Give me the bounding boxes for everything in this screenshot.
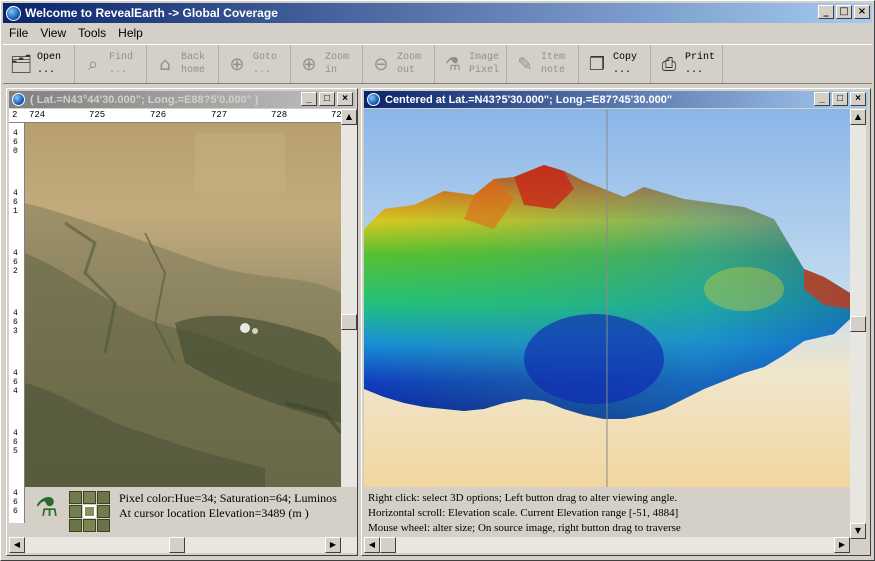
note-icon: ✎ bbox=[517, 53, 533, 75]
help-line: Horizontal scroll: Elevation scale. Curr… bbox=[368, 507, 679, 519]
close-button[interactable]: × bbox=[337, 92, 353, 106]
zoom-in-button[interactable]: ⊕ Zoom in bbox=[291, 45, 363, 83]
source-image-window: ( Lat.=N43°44'30.000"; Long.=E88?5'0.000… bbox=[6, 88, 358, 556]
scroll-right-button[interactable]: ▶ bbox=[834, 537, 850, 553]
color-swatch bbox=[83, 505, 96, 518]
source-image-title-bar: ( Lat.=N43°44'30.000"; Long.=E88?5'0.000… bbox=[9, 91, 355, 108]
horizontal-scrollbar[interactable]: ◀ ▶ bbox=[9, 537, 357, 553]
color-swatch bbox=[69, 519, 82, 532]
help-panel: Right click: select 3D options; Left but… bbox=[364, 489, 850, 537]
open-button[interactable]: 🗂 Open ... bbox=[3, 45, 75, 83]
scroll-down-button[interactable]: ▼ bbox=[850, 523, 866, 539]
menu-tools[interactable]: Tools bbox=[72, 24, 112, 42]
globe-icon bbox=[12, 93, 25, 106]
menu-bar: File View Tools Help bbox=[3, 24, 149, 42]
ruler-label: 4 6 5 bbox=[13, 429, 18, 456]
ruler-label: 4 6 2 bbox=[13, 249, 18, 276]
ruler-label: 724 bbox=[29, 110, 46, 120]
ruler-label: 727 bbox=[211, 110, 228, 120]
color-swatch bbox=[83, 491, 96, 504]
horizontal-scrollbar[interactable]: ◀ ▶ bbox=[364, 537, 850, 553]
help-line: Right click: select 3D options; Left but… bbox=[368, 492, 678, 504]
help-line: Mouse wheel: alter size; On source image… bbox=[368, 522, 681, 534]
ruler-label: 728 bbox=[271, 110, 288, 120]
ruler-label: 4 6 1 bbox=[13, 189, 18, 216]
scroll-thumb[interactable] bbox=[169, 537, 185, 553]
image-pixel-button[interactable]: ⚗ Image Pixel bbox=[435, 45, 507, 83]
scroll-thumb[interactable] bbox=[850, 316, 866, 332]
3d-terrain-view[interactable] bbox=[364, 109, 850, 487]
elevation-info: At cursor location Elevation=3489 (m ) bbox=[119, 506, 309, 520]
3d-view-window: Centered at Lat.=N43?5'30.000"; Long.=E8… bbox=[361, 88, 871, 556]
microscope-icon: ⚗ bbox=[35, 493, 59, 522]
3d-view-title-bar: Centered at Lat.=N43?5'30.000"; Long.=E8… bbox=[364, 91, 868, 108]
zoom-in-icon: ⊕ bbox=[301, 53, 317, 75]
scroll-left-button[interactable]: ◀ bbox=[9, 537, 25, 553]
vertical-scrollbar[interactable]: ▲ ▼ bbox=[850, 109, 866, 539]
printer-icon: ⎙ bbox=[661, 53, 677, 75]
pixel-info-panel: ⚗ Pixel color:Hue=34; Saturation=64; Lum… bbox=[25, 487, 357, 537]
source-image-title: ( Lat.=N43°44'30.000"; Long.=E88?5'0.000… bbox=[30, 93, 259, 106]
ruler-label: 4 6 3 bbox=[13, 309, 18, 336]
3d-view-title: Centered at Lat.=N43?5'30.000"; Long.=E8… bbox=[385, 93, 673, 106]
vertical-ruler: 4 6 0 4 6 1 4 6 2 4 6 3 4 6 4 4 6 5 4 6 … bbox=[9, 123, 25, 523]
maximize-button[interactable]: □ bbox=[832, 92, 848, 106]
minimize-button[interactable]: _ bbox=[301, 92, 317, 106]
maximize-button[interactable]: □ bbox=[319, 92, 335, 106]
color-swatch bbox=[97, 505, 110, 518]
color-swatch bbox=[83, 519, 96, 532]
maximize-button[interactable]: □ bbox=[836, 5, 852, 19]
scroll-thumb[interactable] bbox=[341, 314, 357, 330]
home-icon: ⌂ bbox=[159, 53, 171, 75]
print-button[interactable]: ⎙ Print ... bbox=[651, 45, 723, 83]
menu-view[interactable]: View bbox=[34, 24, 72, 42]
ruler-label: 4 6 4 bbox=[13, 369, 18, 396]
menu-help[interactable]: Help bbox=[112, 24, 149, 42]
copy-icon: ❐ bbox=[588, 53, 606, 75]
find-button[interactable]: ⌕ Find ... bbox=[75, 45, 147, 83]
pixel-color-info: Pixel color:Hue=34; Saturation=64; Lumin… bbox=[119, 491, 337, 505]
scroll-left-button[interactable]: ◀ bbox=[364, 537, 380, 553]
scroll-up-button[interactable]: ▲ bbox=[850, 109, 866, 125]
app-title: Welcome to RevealEarth -> Global Coverag… bbox=[25, 6, 278, 20]
color-swatch bbox=[69, 491, 82, 504]
minimize-button[interactable]: _ bbox=[814, 92, 830, 106]
close-button[interactable]: × bbox=[854, 5, 870, 19]
minimize-button[interactable]: _ bbox=[818, 5, 834, 19]
color-swatch-grid bbox=[69, 491, 113, 535]
toolbar: 🗂 Open ... ⌕ Find ... ⌂ Back home ⊕ Goto ...… bbox=[3, 44, 872, 84]
globe-icon bbox=[6, 5, 21, 21]
ruler-label: 2 bbox=[12, 110, 18, 120]
scroll-up-button[interactable]: ▲ bbox=[341, 109, 357, 125]
ruler-label: 726 bbox=[150, 110, 167, 120]
goto-button[interactable]: ⊕ Goto ... bbox=[219, 45, 291, 83]
item-note-button[interactable]: ✎ Item note bbox=[507, 45, 579, 83]
copy-button[interactable]: ❐ Copy ... bbox=[579, 45, 651, 83]
scroll-thumb[interactable] bbox=[380, 537, 396, 553]
binoculars-icon: ⌕ bbox=[87, 53, 99, 75]
ruler-label: 4 6 0 bbox=[13, 129, 18, 156]
open-icon: 🗂 bbox=[9, 53, 33, 75]
scroll-right-button[interactable]: ▶ bbox=[325, 537, 341, 553]
satellite-image[interactable] bbox=[25, 123, 341, 487]
ruler-label: 725 bbox=[89, 110, 106, 120]
menu-file[interactable]: File bbox=[3, 24, 34, 42]
horizontal-ruler: 2 724 725 726 727 728 729 bbox=[9, 109, 347, 123]
vertical-scrollbar[interactable]: ▲ bbox=[341, 109, 357, 487]
main-window: Welcome to RevealEarth -> Global Coverag… bbox=[0, 0, 875, 561]
zoom-out-icon: ⊖ bbox=[373, 53, 389, 75]
back-home-button[interactable]: ⌂ Back home bbox=[147, 45, 219, 83]
compass-icon: ⊕ bbox=[229, 53, 245, 75]
color-swatch bbox=[69, 505, 82, 518]
zoom-out-button[interactable]: ⊖ Zoom out bbox=[363, 45, 435, 83]
ruler-label: 4 6 6 bbox=[13, 489, 18, 516]
close-button[interactable]: × bbox=[850, 92, 866, 106]
microscope-icon: ⚗ bbox=[444, 53, 462, 75]
color-swatch bbox=[97, 519, 110, 532]
color-swatch bbox=[97, 491, 110, 504]
title-bar: Welcome to RevealEarth -> Global Coverag… bbox=[3, 3, 872, 23]
globe-icon bbox=[367, 93, 380, 106]
